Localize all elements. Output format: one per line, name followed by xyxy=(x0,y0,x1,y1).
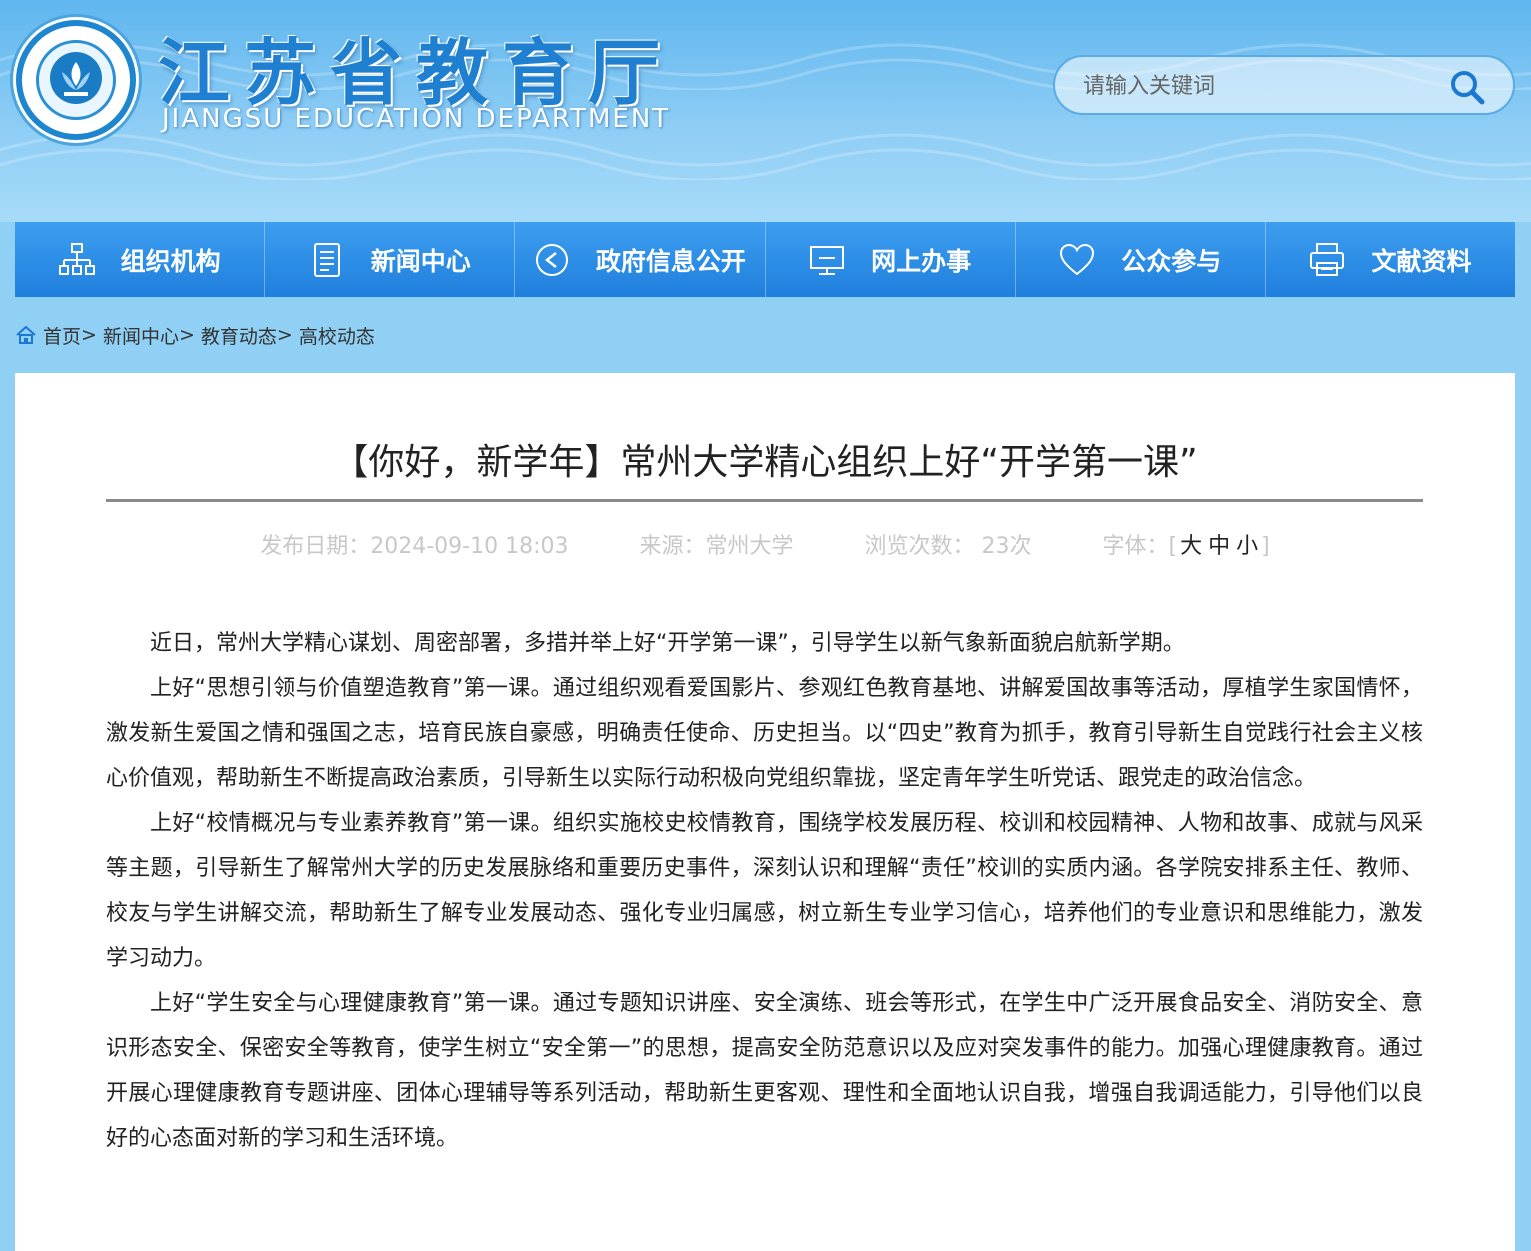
search-box xyxy=(1053,55,1515,115)
search-icon[interactable] xyxy=(1449,69,1485,105)
font-bracket-close: ] xyxy=(1261,534,1270,559)
font-size-label: 字体： xyxy=(1102,534,1169,559)
font-large-button[interactable]: 大 xyxy=(1180,534,1202,559)
nav-label: 新闻中心 xyxy=(370,246,471,276)
play-circle-icon xyxy=(535,243,568,276)
heart-icon xyxy=(1060,243,1095,275)
nav-item-public[interactable]: 公众参与 xyxy=(1016,222,1266,297)
search-input[interactable] xyxy=(1083,69,1443,103)
nav-label: 文献资料 xyxy=(1371,246,1472,276)
article-paragraph: 近日，常州大学精心谋划、周密部署，多措并举上好“开学第一课”，引导学生以新气象新… xyxy=(150,631,1185,656)
font-bracket-open: [ xyxy=(1168,534,1178,559)
article-paragraph: 上好“思想引领与价值塑造教育”第一课。通过组织观看爱国影片、参观红色教育基地、讲… xyxy=(106,676,1423,791)
main-nav: 组织机构 新闻中心 政府信息公开 网上办事 公众参与 文献资料 xyxy=(15,222,1515,297)
logo-emblem-icon xyxy=(50,52,102,104)
nav-item-literature[interactable]: 文献资料 xyxy=(1266,222,1515,297)
article-meta: 发布日期：2024-09-10 18:03 来源：常州大学 浏览次数： 23次 … xyxy=(15,528,1515,560)
article-paragraph: 上好“校情概况与专业素养教育”第一课。组织实施校史校情教育，围绕学校发展历程、校… xyxy=(106,811,1423,971)
printer-icon xyxy=(1310,242,1345,276)
site-subtitle: JIANGSU EDUCATION DEPARTMENT xyxy=(162,104,671,134)
view-count: 浏览次数： 23次 xyxy=(864,534,1032,559)
breadcrumb-news-center[interactable]: 新闻中心 xyxy=(103,322,179,349)
font-medium-button[interactable]: 中 xyxy=(1208,534,1230,559)
breadcrumb-university-news[interactable]: 高校动态 xyxy=(299,322,375,349)
breadcrumb-home[interactable]: 首页 xyxy=(43,322,81,349)
font-size-control: 字体：[大中小] xyxy=(1103,534,1270,559)
article-card: 【你好，新学年】常州大学精心组织上好“开学第一课” 发布日期：2024-09-1… xyxy=(15,373,1515,1251)
breadcrumb-separator: > xyxy=(276,324,293,346)
nav-label: 政府信息公开 xyxy=(595,246,746,276)
nav-item-online-service[interactable]: 网上办事 xyxy=(766,222,1016,297)
font-small-button[interactable]: 小 xyxy=(1236,534,1258,559)
breadcrumb-separator: > xyxy=(178,324,195,346)
nav-item-gov-info[interactable]: 政府信息公开 xyxy=(515,222,766,297)
home-icon xyxy=(16,325,36,344)
nav-item-news[interactable]: 新闻中心 xyxy=(265,222,516,297)
monitor-icon xyxy=(810,245,845,275)
nav-label: 公众参与 xyxy=(1121,246,1222,276)
publish-date: 发布日期：2024-09-10 18:03 xyxy=(260,534,569,559)
site-logo[interactable] xyxy=(16,20,136,140)
article-body: 近日，常州大学精心谋划、周密部署，多措并举上好“开学第一课”，引导学生以新气象新… xyxy=(106,621,1423,1161)
breadcrumb-separator: > xyxy=(81,324,97,346)
article-source: 来源：常州大学 xyxy=(639,534,794,559)
article-title: 【你好，新学年】常州大学精心组织上好“开学第一课” xyxy=(332,442,1198,483)
nav-label: 网上办事 xyxy=(871,246,972,276)
nav-label: 组织机构 xyxy=(120,246,221,276)
title-divider xyxy=(106,499,1423,502)
nav-item-org[interactable]: 组织机构 xyxy=(15,222,266,297)
document-icon xyxy=(313,242,340,277)
article-paragraph: 上好“学生安全与心理健康教育”第一课。通过专题知识讲座、安全演练、班会等形式，在… xyxy=(106,991,1423,1151)
breadcrumb-edu-news[interactable]: 教育动态 xyxy=(201,322,277,349)
site-header: 江苏省教育厅 JIANGSU EDUCATION DEPARTMENT xyxy=(0,0,1531,222)
breadcrumb: 首页 > 新闻中心 > 教育动态 > 高校动态 xyxy=(15,320,375,350)
org-chart-icon xyxy=(58,242,95,275)
